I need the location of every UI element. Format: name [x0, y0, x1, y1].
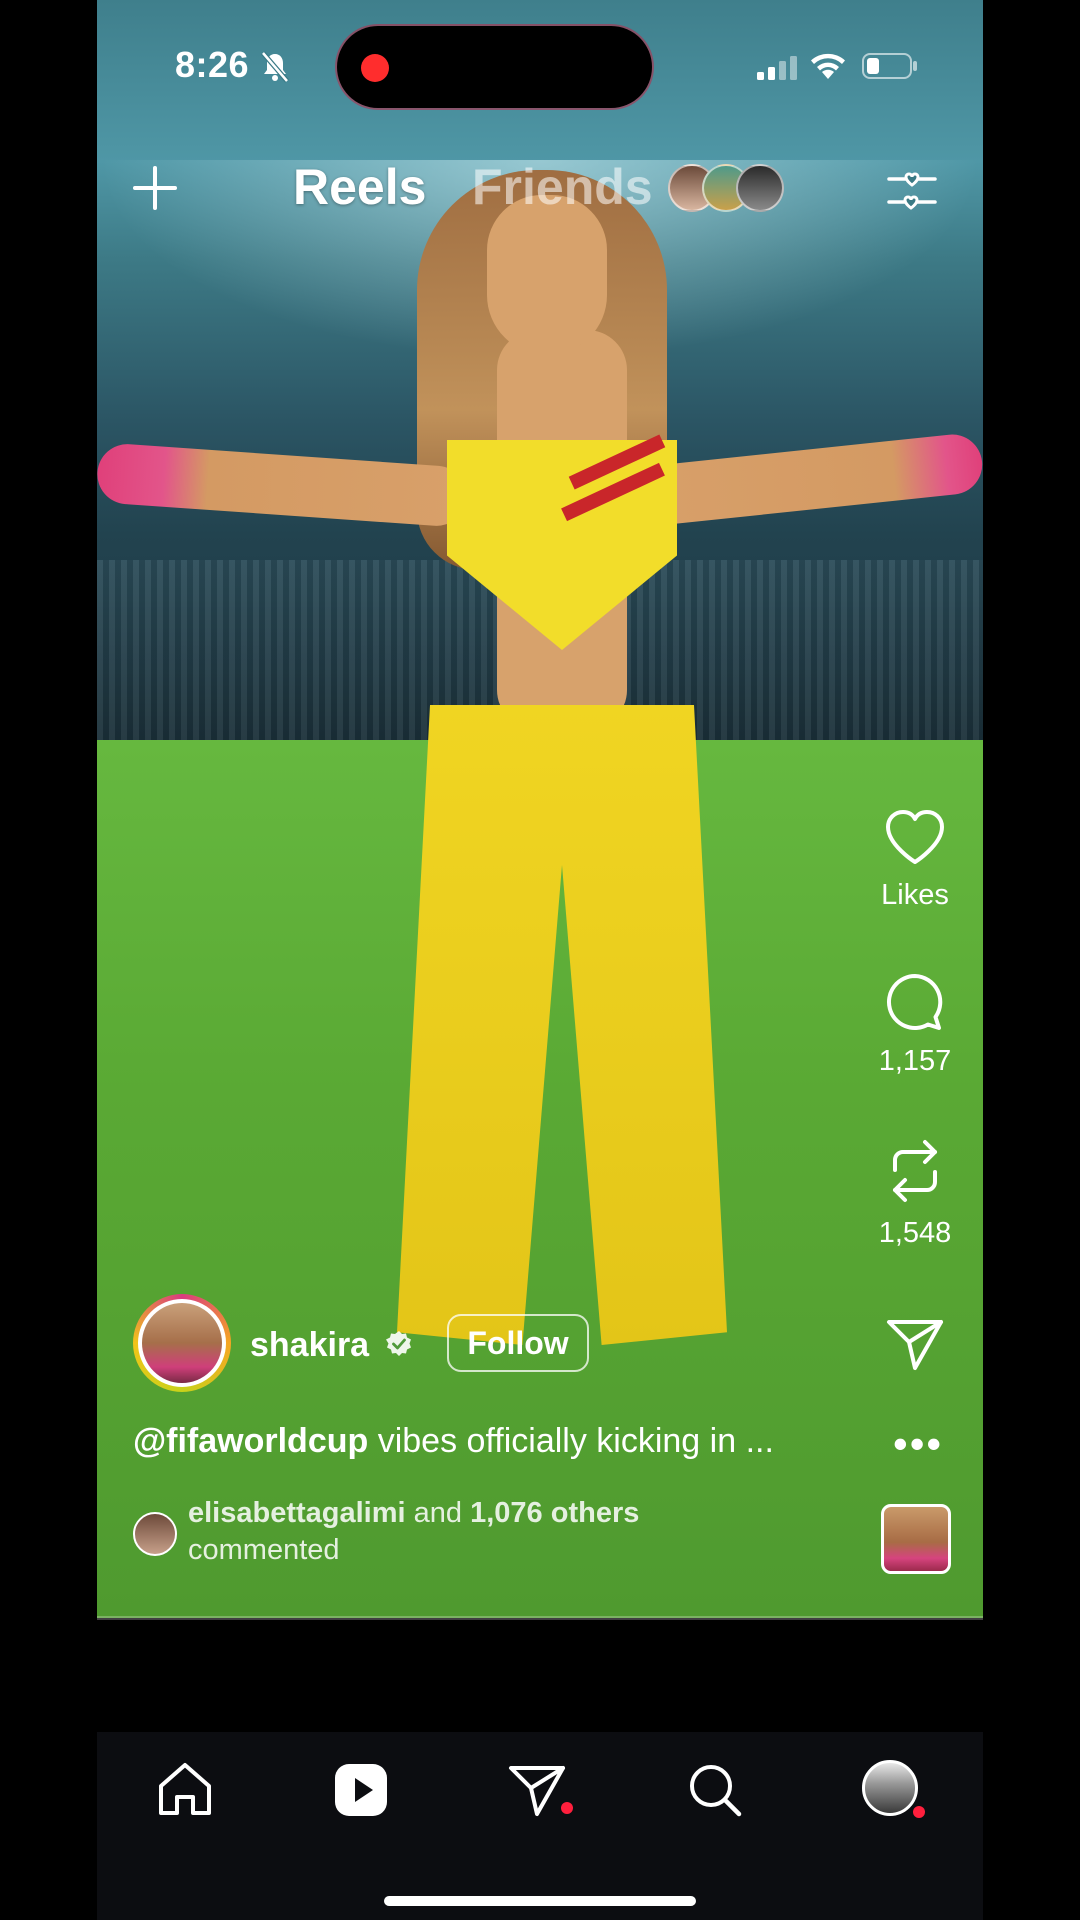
video-progress-bar[interactable]: [97, 1616, 983, 1620]
status-time: 8:26: [175, 44, 250, 85]
comment-suffix: commented: [188, 1534, 340, 1566]
author-avatar-image: [142, 1303, 222, 1383]
dancer-face: [487, 195, 607, 355]
profile-avatar[interactable]: [862, 1760, 918, 1816]
audio-thumbnail[interactable]: [881, 1504, 951, 1574]
messages-badge-dot: [561, 1802, 573, 1814]
likes-label: Likes: [881, 879, 949, 911]
repost-icon[interactable]: [885, 1138, 945, 1204]
battery-icon: [862, 53, 917, 79]
phone-screen: 8:26 Reels Friends Likes 1,157 1,548 •••…: [97, 0, 983, 1920]
commenter-avatar[interactable]: [133, 1512, 177, 1556]
comment-others-count: 1,076 others: [470, 1497, 640, 1529]
comments-count: 1,157: [878, 1045, 952, 1077]
dancer-left-arm: [97, 442, 469, 528]
comment-preview[interactable]: elisabettagalimi and 1,076 others: [188, 1497, 639, 1530]
friend-avatar: [736, 164, 784, 212]
author-username[interactable]: shakira: [250, 1326, 369, 1365]
comment-action[interactable]: 1,157: [867, 972, 963, 1078]
comment-bubble-icon[interactable]: [885, 972, 945, 1032]
search-icon[interactable]: [685, 1760, 745, 1820]
messages-icon[interactable]: [507, 1760, 567, 1820]
commenter-username: elisabettagalimi: [188, 1497, 406, 1529]
author-avatar[interactable]: [133, 1294, 231, 1392]
reels-filter-icon[interactable]: [885, 164, 939, 218]
repost-action[interactable]: 1,548: [867, 1138, 963, 1250]
caption-mention[interactable]: @fifaworldcup: [133, 1422, 368, 1460]
share-action[interactable]: [867, 1316, 963, 1377]
create-plus-icon[interactable]: [131, 164, 179, 212]
cellular-signal-icon: [757, 56, 797, 80]
follow-button[interactable]: Follow: [447, 1314, 589, 1372]
verified-badge-icon: [386, 1331, 411, 1356]
home-indicator: [384, 1896, 696, 1906]
reposts-count: 1,548: [878, 1217, 952, 1249]
silent-bell-icon: [261, 51, 289, 83]
caption-text: vibes officially kicking in ...: [377, 1422, 774, 1460]
comment-connector: and: [413, 1497, 463, 1529]
recording-dot-icon: [361, 54, 389, 82]
dancer-right-arm: [624, 431, 983, 529]
bottom-nav: [97, 1732, 983, 1920]
more-options-icon[interactable]: •••: [893, 1420, 943, 1468]
reel-video[interactable]: [97, 0, 983, 1618]
dynamic-island: [337, 26, 652, 108]
tab-friends[interactable]: Friends: [472, 158, 653, 216]
reel-caption[interactable]: @fifaworldcup vibes officially kicking i…: [133, 1422, 774, 1461]
reels-icon[interactable]: [331, 1760, 391, 1820]
tab-reels[interactable]: Reels: [293, 158, 426, 216]
heart-icon[interactable]: [884, 808, 946, 866]
send-paper-plane-icon[interactable]: [885, 1316, 945, 1372]
profile-badge-dot: [913, 1806, 925, 1818]
like-action[interactable]: Likes: [867, 808, 963, 912]
home-icon[interactable]: [155, 1760, 215, 1820]
wifi-icon: [811, 53, 845, 79]
